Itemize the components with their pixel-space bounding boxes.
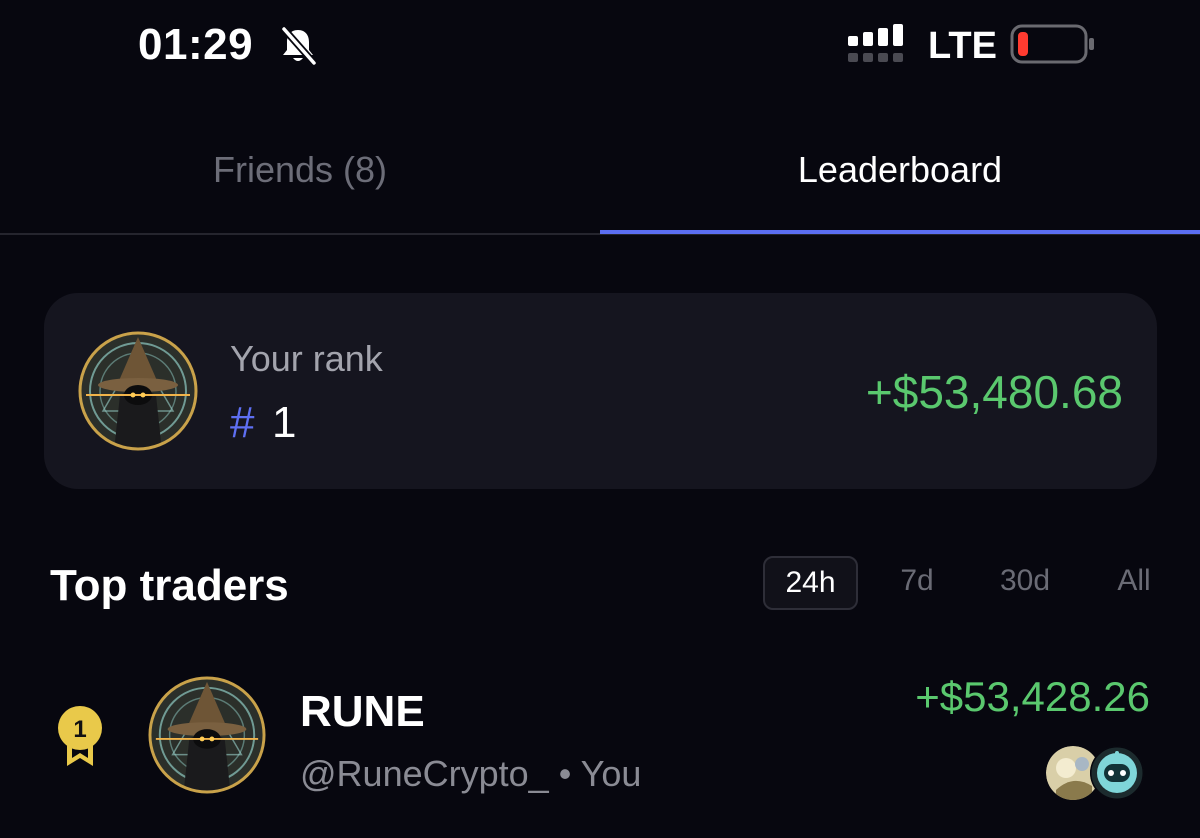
bell-muted-icon — [281, 26, 317, 66]
signal-icon — [848, 24, 903, 62]
wizard-avatar-icon — [78, 331, 198, 451]
trader-name: RUNE — [300, 687, 425, 736]
network-type: LTE — [928, 25, 997, 67]
wizard-avatar-icon[interactable] — [148, 676, 266, 794]
status-bar: 01:29 LTE — [0, 0, 1200, 90]
battery-low-icon — [1010, 24, 1094, 64]
tab-friends[interactable]: Friends (8) — [0, 148, 600, 192]
your-rank-card[interactable]: Your rank # 1 +$53,480.68 — [44, 293, 1157, 489]
rank-number: 1 — [272, 398, 297, 447]
rank-hash: # — [230, 398, 255, 447]
tab-leaderboard[interactable]: Leaderboard — [600, 148, 1200, 192]
robot-token-icon — [1090, 746, 1144, 800]
leaderboard-screen: 01:29 LTE Friends (8) Leaderboard Your r… — [0, 0, 1200, 838]
trader-row[interactable]: 1 RUNE @RuneCrypto_ • You +$53,428.26 — [0, 660, 1200, 838]
gold-medal-icon: 1 — [58, 706, 102, 766]
period-all-button[interactable]: All — [1100, 556, 1168, 610]
period-30d-button[interactable]: 30d — [980, 556, 1070, 610]
your-rank-label: Your rank — [230, 338, 383, 379]
trader-rank-number: 1 — [73, 716, 86, 743]
trader-handle: @RuneCrypto_ • You — [300, 752, 641, 796]
status-time: 01:29 — [138, 20, 254, 69]
top-traders-title: Top traders — [50, 561, 289, 610]
tab-bar: Friends (8) Leaderboard — [0, 130, 1200, 236]
your-pnl: +$53,480.68 — [865, 366, 1123, 418]
trader-pnl: +$53,428.26 — [915, 673, 1150, 720]
trader-username: @RuneCrypto_ — [300, 753, 549, 794]
you-indicator: • You — [558, 753, 642, 794]
active-tab-indicator — [600, 230, 1200, 234]
period-7d-button[interactable]: 7d — [878, 556, 956, 610]
period-24h-button[interactable]: 24h — [763, 556, 858, 610]
